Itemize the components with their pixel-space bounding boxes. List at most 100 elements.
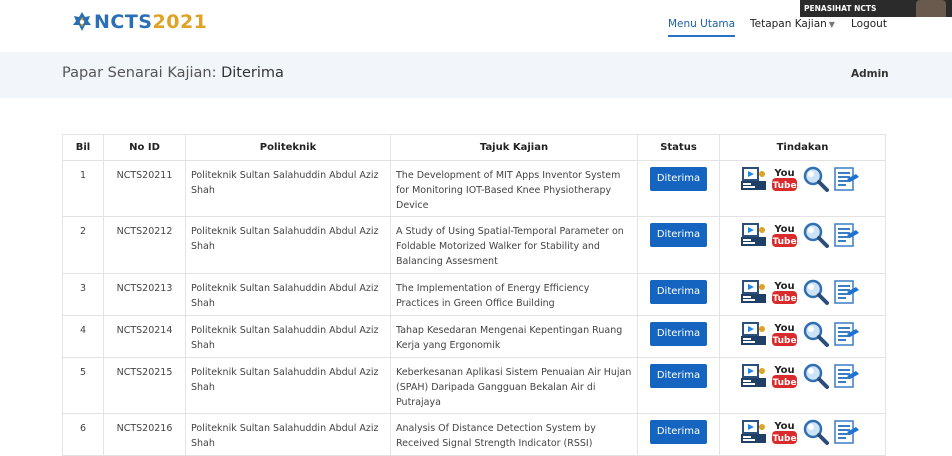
- cell-tajuk-kajian: Keberkesanan Aplikasi Sistem Penuaian Ai…: [390, 357, 638, 414]
- header-no-id: No ID: [103, 134, 186, 161]
- status-button[interactable]: Diterima: [650, 322, 707, 346]
- magnifier-icon[interactable]: [802, 418, 829, 446]
- cell-tajuk-kajian: Tahap Kesedaran Mengenai Kepentingan Rua…: [390, 315, 638, 358]
- cell-tajuk-kajian: The Development of MIT Apps Inventor Sys…: [390, 160, 638, 217]
- kajian-table: Bil No ID Politeknik Tajuk Kajian Status…: [62, 134, 886, 456]
- status-button[interactable]: Diterima: [650, 167, 707, 191]
- cell-bil: 3: [62, 273, 104, 316]
- table-body: 1 NCTS20211 Politeknik Sultan Salahuddin…: [62, 160, 886, 456]
- cell-tajuk-kajian: Analysis Of Distance Detection System by…: [390, 413, 638, 456]
- youtube-icon[interactable]: You Tube: [771, 418, 798, 446]
- presentation-icon[interactable]: [740, 320, 767, 348]
- cell-politeknik: Politeknik Sultan Salahuddin Abdul Aziz …: [185, 160, 391, 217]
- cell-bil: 1: [62, 160, 104, 217]
- presentation-icon[interactable]: [740, 278, 767, 306]
- page-title-status: Diterima: [221, 65, 284, 81]
- cell-tindakan: You Tube: [719, 357, 886, 414]
- nav-menu-utama[interactable]: Menu Utama: [668, 18, 736, 37]
- status-button[interactable]: Diterima: [650, 420, 707, 444]
- cell-status: Diterima: [637, 413, 720, 456]
- video-call-thumbnail: PENASIHAT NCTS: [800, 0, 952, 17]
- table-row: 2 NCTS20212 Politeknik Sultan Salahuddin…: [62, 216, 886, 274]
- cell-tindakan: You Tube: [719, 216, 886, 274]
- cell-bil: 5: [62, 357, 104, 414]
- youtube-tube-text: Tube: [772, 237, 796, 247]
- cell-status: Diterima: [637, 160, 720, 217]
- header-tajuk-kajian: Tajuk Kajian: [390, 134, 638, 161]
- youtube-icon[interactable]: You Tube: [771, 362, 798, 390]
- presentation-icon[interactable]: [740, 221, 767, 249]
- nav-tetapan-kajian-label: Tetapan Kajian: [750, 18, 827, 30]
- document-edit-icon[interactable]: [833, 165, 860, 193]
- cell-politeknik: Politeknik Sultan Salahuddin Abdul Aziz …: [185, 413, 391, 456]
- youtube-tube-text: Tube: [772, 434, 796, 444]
- cell-no-id: NCTS20216: [103, 413, 186, 456]
- action-icons: You Tube: [740, 221, 885, 249]
- youtube-icon[interactable]: You Tube: [771, 320, 798, 348]
- cell-tindakan: You Tube: [719, 413, 886, 456]
- youtube-you-text: You: [773, 281, 794, 292]
- cell-tindakan: You Tube: [719, 273, 886, 316]
- cell-no-id: NCTS20213: [103, 273, 186, 316]
- cell-no-id: NCTS20215: [103, 357, 186, 414]
- magnifier-icon[interactable]: [802, 221, 829, 249]
- youtube-you-text: You: [773, 168, 794, 179]
- document-edit-icon[interactable]: [833, 221, 860, 249]
- youtube-you-text: You: [773, 224, 794, 235]
- document-edit-icon[interactable]: [833, 320, 860, 348]
- document-edit-icon[interactable]: [833, 278, 860, 306]
- action-icons: You Tube: [740, 362, 885, 390]
- page-title: Papar Senarai Kajian: Diterima: [62, 65, 284, 81]
- youtube-icon[interactable]: You Tube: [771, 165, 798, 193]
- cell-no-id: NCTS20211: [103, 160, 186, 217]
- youtube-tube-text: Tube: [772, 378, 796, 388]
- youtube-icon[interactable]: You Tube: [771, 278, 798, 306]
- cell-status: Diterima: [637, 273, 720, 316]
- cell-status: Diterima: [637, 216, 720, 274]
- document-edit-icon[interactable]: [833, 418, 860, 446]
- main-nav: Menu Utama Tetapan Kajian ▼ Logout: [0, 18, 952, 38]
- magnifier-icon[interactable]: [802, 278, 829, 306]
- participant-video-icon: [916, 0, 946, 17]
- cell-politeknik: Politeknik Sultan Salahuddin Abdul Aziz …: [185, 273, 391, 316]
- youtube-tube-text: Tube: [772, 181, 796, 191]
- navbar: NCTS2021 Menu Utama Tetapan Kajian ▼ Logo…: [0, 0, 952, 52]
- presentation-icon[interactable]: [740, 418, 767, 446]
- action-icons: You Tube: [740, 165, 885, 193]
- cell-no-id: NCTS20212: [103, 216, 186, 274]
- magnifier-icon[interactable]: [802, 362, 829, 390]
- nav-logout[interactable]: Logout: [851, 18, 887, 30]
- nav-tetapan-kajian[interactable]: Tetapan Kajian ▼: [750, 18, 835, 30]
- header-politeknik: Politeknik: [185, 134, 391, 161]
- cell-tindakan: You Tube: [719, 315, 886, 358]
- user-role: Admin: [851, 68, 889, 80]
- header-tindakan: Tindakan: [719, 134, 886, 161]
- status-button[interactable]: Diterima: [650, 364, 707, 388]
- magnifier-icon[interactable]: [802, 320, 829, 348]
- youtube-icon[interactable]: You Tube: [771, 221, 798, 249]
- header-bil: Bil: [62, 134, 104, 161]
- cell-status: Diterima: [637, 357, 720, 414]
- cell-tindakan: You Tube: [719, 160, 886, 217]
- presentation-icon[interactable]: [740, 362, 767, 390]
- status-button[interactable]: Diterima: [650, 223, 707, 247]
- cell-bil: 4: [62, 315, 104, 358]
- status-button[interactable]: Diterima: [650, 280, 707, 304]
- magnifier-icon[interactable]: [802, 165, 829, 193]
- video-participant-label: PENASIHAT NCTS: [804, 4, 877, 13]
- document-edit-icon[interactable]: [833, 362, 860, 390]
- page-subheader: Papar Senarai Kajian: Diterima Admin: [0, 52, 952, 98]
- table-row: 6 NCTS20216 Politeknik Sultan Salahuddin…: [62, 413, 886, 456]
- table-row: 3 NCTS20213 Politeknik Sultan Salahuddin…: [62, 273, 886, 316]
- presentation-icon[interactable]: [740, 165, 767, 193]
- action-icons: You Tube: [740, 418, 885, 446]
- table-row: 5 NCTS20215 Politeknik Sultan Salahuddin…: [62, 357, 886, 414]
- youtube-you-text: You: [773, 323, 794, 334]
- youtube-you-text: You: [773, 421, 794, 432]
- cell-no-id: NCTS20214: [103, 315, 186, 358]
- cell-politeknik: Politeknik Sultan Salahuddin Abdul Aziz …: [185, 357, 391, 414]
- cell-bil: 6: [62, 413, 104, 456]
- cell-tajuk-kajian: The Implementation of Energy Efficiency …: [390, 273, 638, 316]
- cell-bil: 2: [62, 216, 104, 274]
- table-header-row: Bil No ID Politeknik Tajuk Kajian Status…: [62, 134, 886, 161]
